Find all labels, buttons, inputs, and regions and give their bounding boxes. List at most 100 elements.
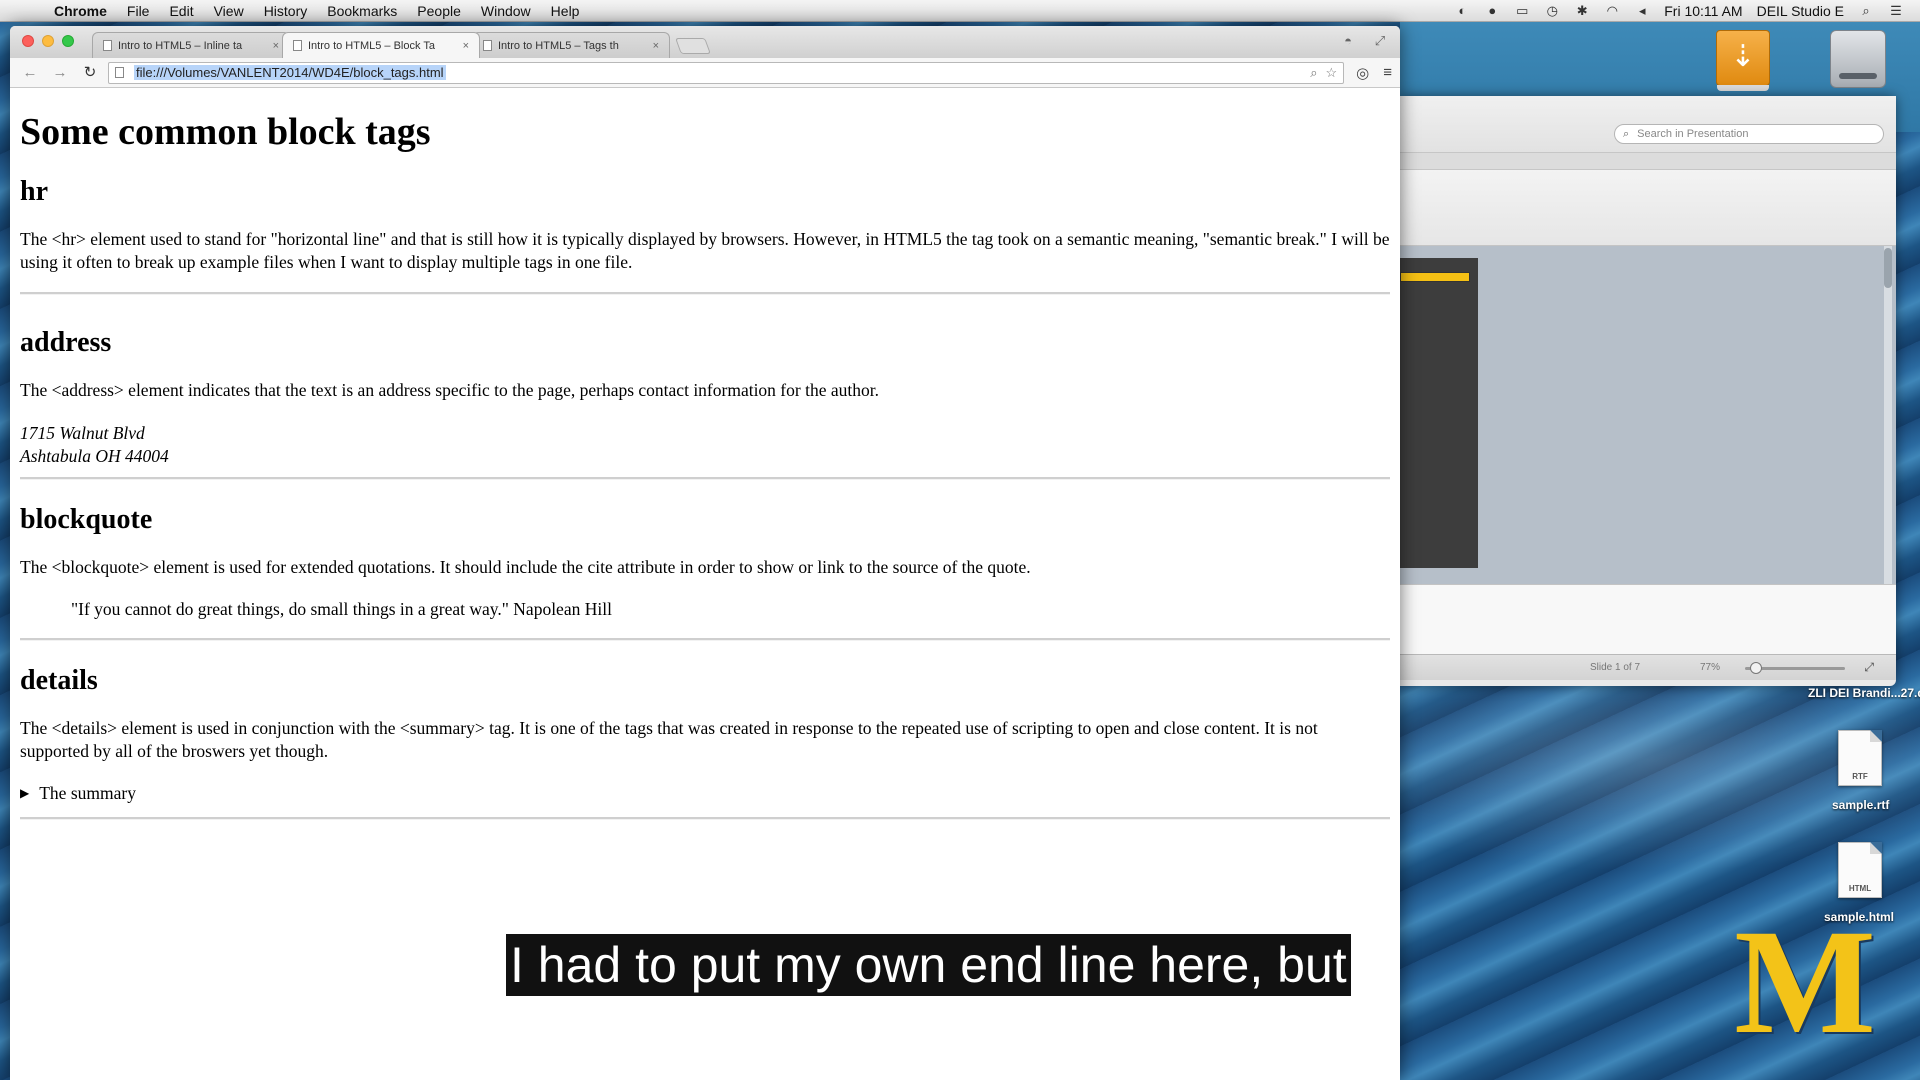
address-line-1: 1715 Walnut Blvd [20,423,145,443]
presentation-statusbar: Slide 1 of 7 77% ⤢ [1400,654,1896,680]
menu-view[interactable]: View [214,3,244,19]
slide-arrow-shape [1400,272,1470,282]
menu-app-name[interactable]: Chrome [54,3,107,19]
address-line-2: Ashtabula OH 44004 [20,446,169,466]
rtf-file-icon[interactable]: RTF [1838,730,1882,786]
toolbar-right: ◎ ≡ [1356,64,1392,82]
tab-strip: Intro to HTML5 – Inline ta × Intro to HT… [10,26,1400,58]
close-window-button[interactable] [22,35,34,47]
presentation-search-placeholder: Search in Presentation [1637,128,1749,140]
address-bar[interactable]: file:///Volumes/VANLENT2014/WD4E/block_t… [108,61,1345,84]
desktop-file-docx-label: ZLI DEI Brandi...27.docx [1808,686,1920,700]
menubar-user[interactable]: DEIL Studio E [1757,3,1844,19]
window-extra-controls: ◓ ⤢ [1340,33,1388,49]
page-title: Some common block tags [20,111,431,153]
time-machine-icon[interactable]: ◷ [1544,3,1560,18]
presentation-ribbon [1400,170,1896,246]
slide-canvas[interactable] [1400,246,1896,584]
browser-window: Intro to HTML5 – Inline ta × Intro to HT… [10,26,1400,1080]
airplay-icon[interactable]: ▭ [1514,3,1530,18]
slide-preview[interactable] [1400,258,1478,568]
wifi-icon[interactable]: ◠ [1604,3,1620,18]
slide-scrollbar[interactable] [1884,246,1892,584]
back-button[interactable]: ← [18,62,42,84]
section-heading-hr: hr [20,176,48,207]
bluetooth-icon[interactable]: ✱ [1574,3,1590,18]
menu-window[interactable]: Window [481,3,531,19]
page-content: Some common block tags hr The <hr> eleme… [10,88,1400,820]
presentation-tabstrip [1400,152,1896,170]
omnibox-actions: ⌕ ☆ [1310,65,1337,81]
section-heading-details: details [20,665,98,696]
zoom-window-button[interactable] [62,35,74,47]
tab-label: Intro to HTML5 – Inline ta [118,39,243,52]
section-text-hr: The <hr> element used to stand for "hori… [20,229,1390,272]
extension-icon[interactable]: ◎ [1356,64,1369,82]
presentation-window: ⌕ Search in Presentation Slide 1 of 7 77… [1400,96,1896,686]
forward-button[interactable]: → [48,62,72,84]
close-icon[interactable]: × [463,40,469,52]
address-block: 1715 Walnut Blvd Ashtabula OH 44004 [20,422,1390,468]
chrome-menu-icon[interactable]: ≡ [1383,64,1392,82]
summary-label[interactable]: The summary [39,783,136,804]
notification-center-icon[interactable]: ☰ [1888,3,1904,18]
browser-toolbar: ← → ↻ file:///Volumes/VANLENT2014/WD4E/b… [10,58,1400,88]
volume-icon[interactable]: ◂ [1634,3,1650,18]
close-icon[interactable]: × [273,40,279,52]
minimize-window-button[interactable] [42,35,54,47]
horizontal-rule [20,292,1390,295]
reload-button[interactable]: ↻ [78,62,102,84]
page-icon [115,67,124,78]
menubar-status-area: ◐ ● ▭ ◷ ✱ ◠ ◂ Fri 10:11 AM DEIL Studio E… [1454,3,1920,19]
horizontal-rule [20,638,1390,641]
details-summary[interactable]: ▶ The summary [20,783,1390,804]
menu-file[interactable]: File [127,3,150,19]
fullscreen-icon[interactable]: ⤢ [1372,33,1388,49]
disclosure-triangle-icon[interactable]: ▶ [20,786,29,801]
page-icon [483,40,492,51]
menu-people[interactable]: People [417,3,461,19]
tab-label: Intro to HTML5 – Tags th [498,39,619,52]
profile-icon[interactable]: ◓ [1340,33,1356,49]
zoom-slider-knob[interactable] [1750,662,1762,674]
presentation-search-field[interactable]: ⌕ Search in Presentation [1614,124,1884,144]
new-tab-button[interactable] [675,38,711,54]
desktop-file-rtf-label[interactable]: sample.rtf [1832,798,1889,812]
mac-menubar: Chrome File Edit View History Bookmarks … [0,0,1920,22]
hard-drive-icon[interactable] [1830,30,1886,88]
section-text-blockquote: The <blockquote> element is used for ext… [20,557,1031,577]
section-heading-address: address [20,327,112,358]
fit-to-window-icon[interactable]: ⤢ [1864,660,1874,675]
quote-block: "If you cannot do great things, do small… [71,599,612,619]
html-file-icon[interactable]: HTML [1838,842,1882,898]
presentation-titlebar: ⌕ Search in Presentation [1400,96,1896,152]
status-app-icon[interactable]: ◐ [1454,3,1470,18]
menu-bookmarks[interactable]: Bookmarks [327,3,397,19]
url-text[interactable]: file:///Volumes/VANLENT2014/WD4E/block_t… [134,65,446,80]
menu-edit[interactable]: Edit [169,3,193,19]
university-logo: M [1734,899,1876,1065]
menu-help[interactable]: Help [551,3,580,19]
spotlight-search-icon[interactable]: ⌕ [1858,3,1874,18]
zoom-icon[interactable]: ⌕ [1310,65,1317,81]
recording-status-icon[interactable]: ● [1484,3,1500,18]
bookmark-star-icon[interactable]: ☆ [1325,65,1337,81]
window-controls [22,35,74,47]
zoom-level: 77% [1700,662,1721,673]
tab-block-tags[interactable]: Intro to HTML5 – Block Ta × [282,32,480,58]
menu-history[interactable]: History [264,3,308,19]
tab-tags[interactable]: Intro to HTML5 – Tags th × [472,32,670,58]
usb-drive-icon[interactable]: ⇣ [1716,30,1770,91]
scrollbar-thumb[interactable] [1884,248,1892,288]
rtf-badge: RTF [1852,772,1868,781]
notes-pane[interactable] [1400,584,1896,654]
horizontal-rule [20,817,1390,820]
horizontal-rule [20,477,1390,480]
desktop-file-docx[interactable]: ZLI DEI Brandi...27.docx [1808,686,1920,700]
page-icon [293,40,302,51]
section-text-address: The <address> element indicates that the… [20,380,879,400]
menubar-clock[interactable]: Fri 10:11 AM [1664,3,1742,19]
video-caption: I had to put my own end line here, but [506,934,1351,996]
tab-inline-tags[interactable]: Intro to HTML5 – Inline ta × [92,32,290,58]
close-icon[interactable]: × [653,40,659,52]
